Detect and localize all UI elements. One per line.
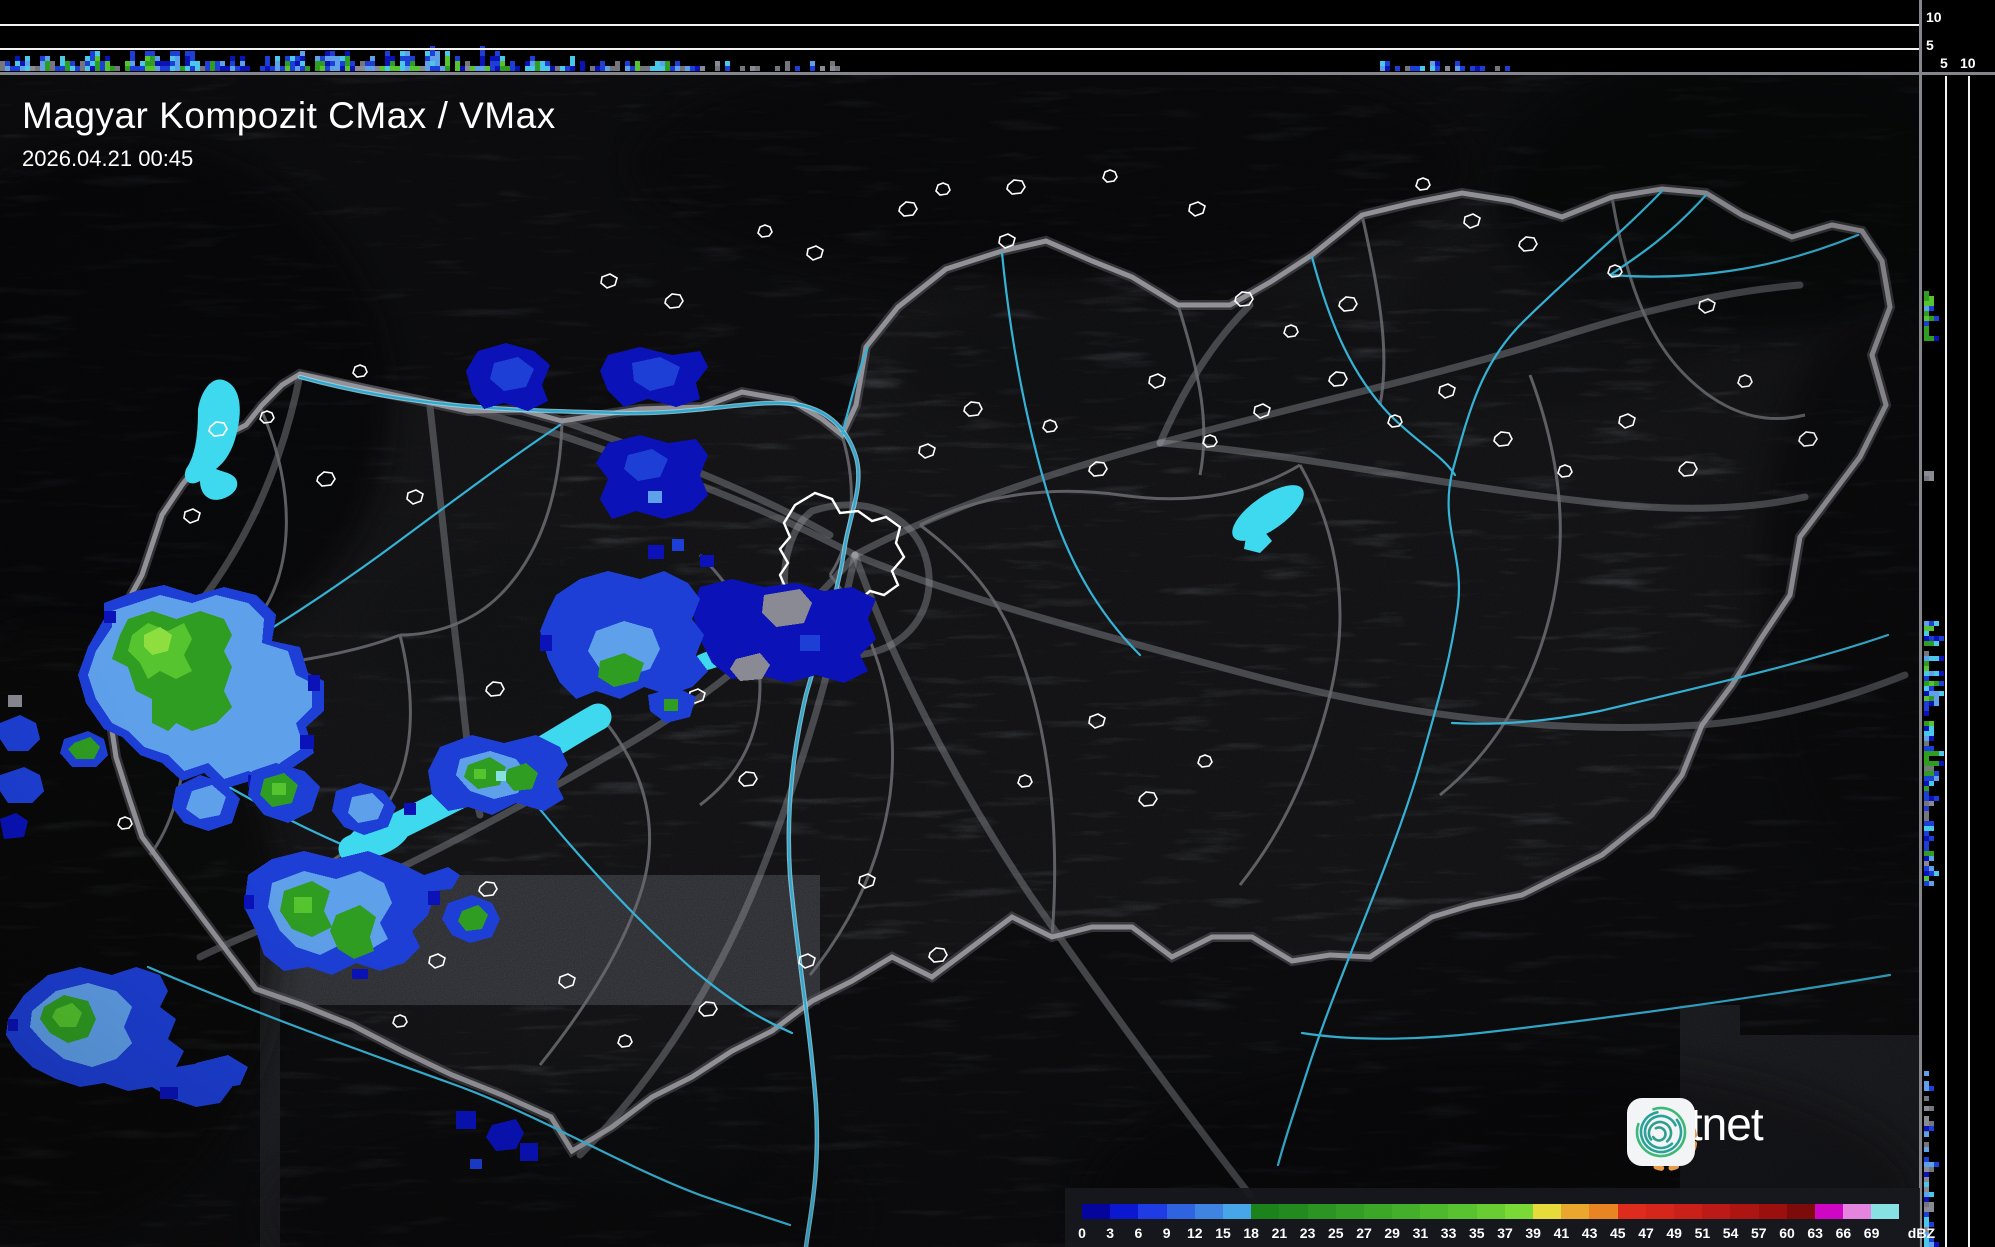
colorbar-swatch	[1082, 1204, 1111, 1219]
colorbar-tick-label: 15	[1215, 1225, 1231, 1241]
colorbar-tick-label: 0	[1078, 1225, 1086, 1241]
colorbar-tick-label: 39	[1525, 1225, 1541, 1241]
top-gridline-10km	[0, 24, 1920, 26]
timestamp: 2026.04.21 00:45	[22, 146, 194, 171]
colorbar-tick-label: 43	[1581, 1225, 1598, 1241]
colorbar-tick-label: 69	[1863, 1225, 1880, 1241]
top-panel-separator	[0, 72, 1995, 75]
page-title: Magyar Kompozit CMax / VMax	[22, 95, 556, 136]
colorbar-swatch	[1673, 1204, 1703, 1219]
colorbar: 0 3 6 9 12 15 18 21 23 25 27 29 31 33 35 37 39 41 43 45 47 49…	[1065, 1188, 1935, 1247]
colorbar-swatch	[1589, 1204, 1618, 1219]
top-profile-panel	[0, 0, 1920, 73]
right-profile-echoes	[1924, 291, 1944, 1247]
colorbar-tick-label: 3	[1106, 1225, 1115, 1241]
colorbar-tick-label: 9	[1162, 1225, 1171, 1241]
colorbar-tick-label: 66	[1835, 1225, 1852, 1241]
colorbar-swatch	[1363, 1204, 1393, 1219]
colorbar-swatch	[1222, 1204, 1252, 1219]
right-profile-panel	[1923, 0, 1995, 1247]
colorbar-tick-label: 51	[1694, 1225, 1711, 1241]
colorbar-swatch	[1279, 1204, 1308, 1219]
colorbar-swatch	[1110, 1204, 1139, 1219]
colorbar-unit-label: dBZ	[1907, 1225, 1936, 1241]
colorbar-swatch	[1645, 1204, 1674, 1219]
colorbar-swatch	[1871, 1204, 1900, 1219]
colorbar-swatch	[1251, 1204, 1280, 1219]
colorbar-swatch	[1476, 1204, 1505, 1219]
colorbar-swatches	[1082, 1204, 1900, 1219]
colorbar-swatch	[1420, 1204, 1449, 1219]
colorbar-tick-label: 21	[1271, 1225, 1288, 1241]
colorbar-tick-label: 12	[1187, 1225, 1203, 1241]
colorbar-tick-label: 23	[1299, 1225, 1316, 1241]
top-profile-echoes	[0, 46, 1510, 71]
colorbar-tick-label: 45	[1610, 1225, 1626, 1241]
spiral-app-icon	[1627, 1098, 1695, 1166]
top-axis-label-5: 5	[1926, 37, 1934, 53]
colorbar-tick-label: 35	[1469, 1225, 1485, 1241]
colorbar-tick-label: 54	[1722, 1225, 1739, 1241]
colorbar-tick-label: 63	[1807, 1225, 1823, 1241]
colorbar-swatch	[1786, 1204, 1815, 1219]
colorbar-tick-label: 27	[1356, 1225, 1372, 1241]
colorbar-swatch	[1533, 1204, 1562, 1219]
colorbar-tick-label: 25	[1328, 1225, 1344, 1241]
radar-map: Magyar Kompozit CMax / VMax 2026.04.21 0…	[0, 75, 1935, 1247]
colorbar-swatch	[1504, 1204, 1533, 1219]
colorbar-tick-label: 49	[1666, 1225, 1682, 1241]
colorbar-swatch	[1448, 1204, 1477, 1219]
colorbar-swatch	[1758, 1204, 1787, 1219]
colorbar-tick-label: 37	[1497, 1225, 1513, 1241]
colorbar-tick-label: 33	[1440, 1225, 1457, 1241]
colorbar-tick-label: 31	[1412, 1225, 1429, 1241]
metnet-logo: metnet	[1626, 1097, 1773, 1172]
colorbar-swatch	[1814, 1204, 1844, 1219]
radar-viewer: 10 5 5 10 Magyar Kompozit CMax / VMax 20…	[0, 0, 1995, 1247]
colorbar-swatch	[1166, 1204, 1195, 1219]
right-panel-separator	[1919, 0, 1922, 1247]
colorbar-tick-label: 47	[1638, 1225, 1654, 1241]
title-block: Magyar Kompozit CMax / VMax 2026.04.21 0…	[22, 95, 556, 172]
colorbar-swatch	[1138, 1204, 1167, 1219]
colorbar-swatch	[1617, 1204, 1646, 1219]
colorbar-swatch	[1335, 1204, 1364, 1219]
map-canvas	[0, 75, 1920, 1247]
right-axis-label-10: 10	[1960, 55, 1976, 71]
top-gridline-5km	[0, 48, 1920, 50]
colorbar-tick-label: 57	[1751, 1225, 1767, 1241]
colorbar-swatch	[1843, 1204, 1872, 1219]
colorbar-swatch	[1392, 1204, 1421, 1219]
colorbar-swatch	[1307, 1204, 1336, 1219]
right-axis-label-5: 5	[1940, 55, 1948, 71]
colorbar-tick-label: 18	[1243, 1225, 1259, 1241]
colorbar-tick-label: 29	[1384, 1225, 1400, 1241]
colorbar-tick-label: 41	[1553, 1225, 1570, 1241]
top-axis-label-10: 10	[1926, 9, 1942, 25]
colorbar-swatch	[1702, 1204, 1731, 1219]
colorbar-swatch	[1730, 1204, 1759, 1219]
colorbar-swatch	[1561, 1204, 1590, 1219]
colorbar-swatch	[1194, 1204, 1223, 1219]
colorbar-tick-label: 60	[1779, 1225, 1795, 1241]
colorbar-tick-label: 6	[1134, 1225, 1143, 1241]
